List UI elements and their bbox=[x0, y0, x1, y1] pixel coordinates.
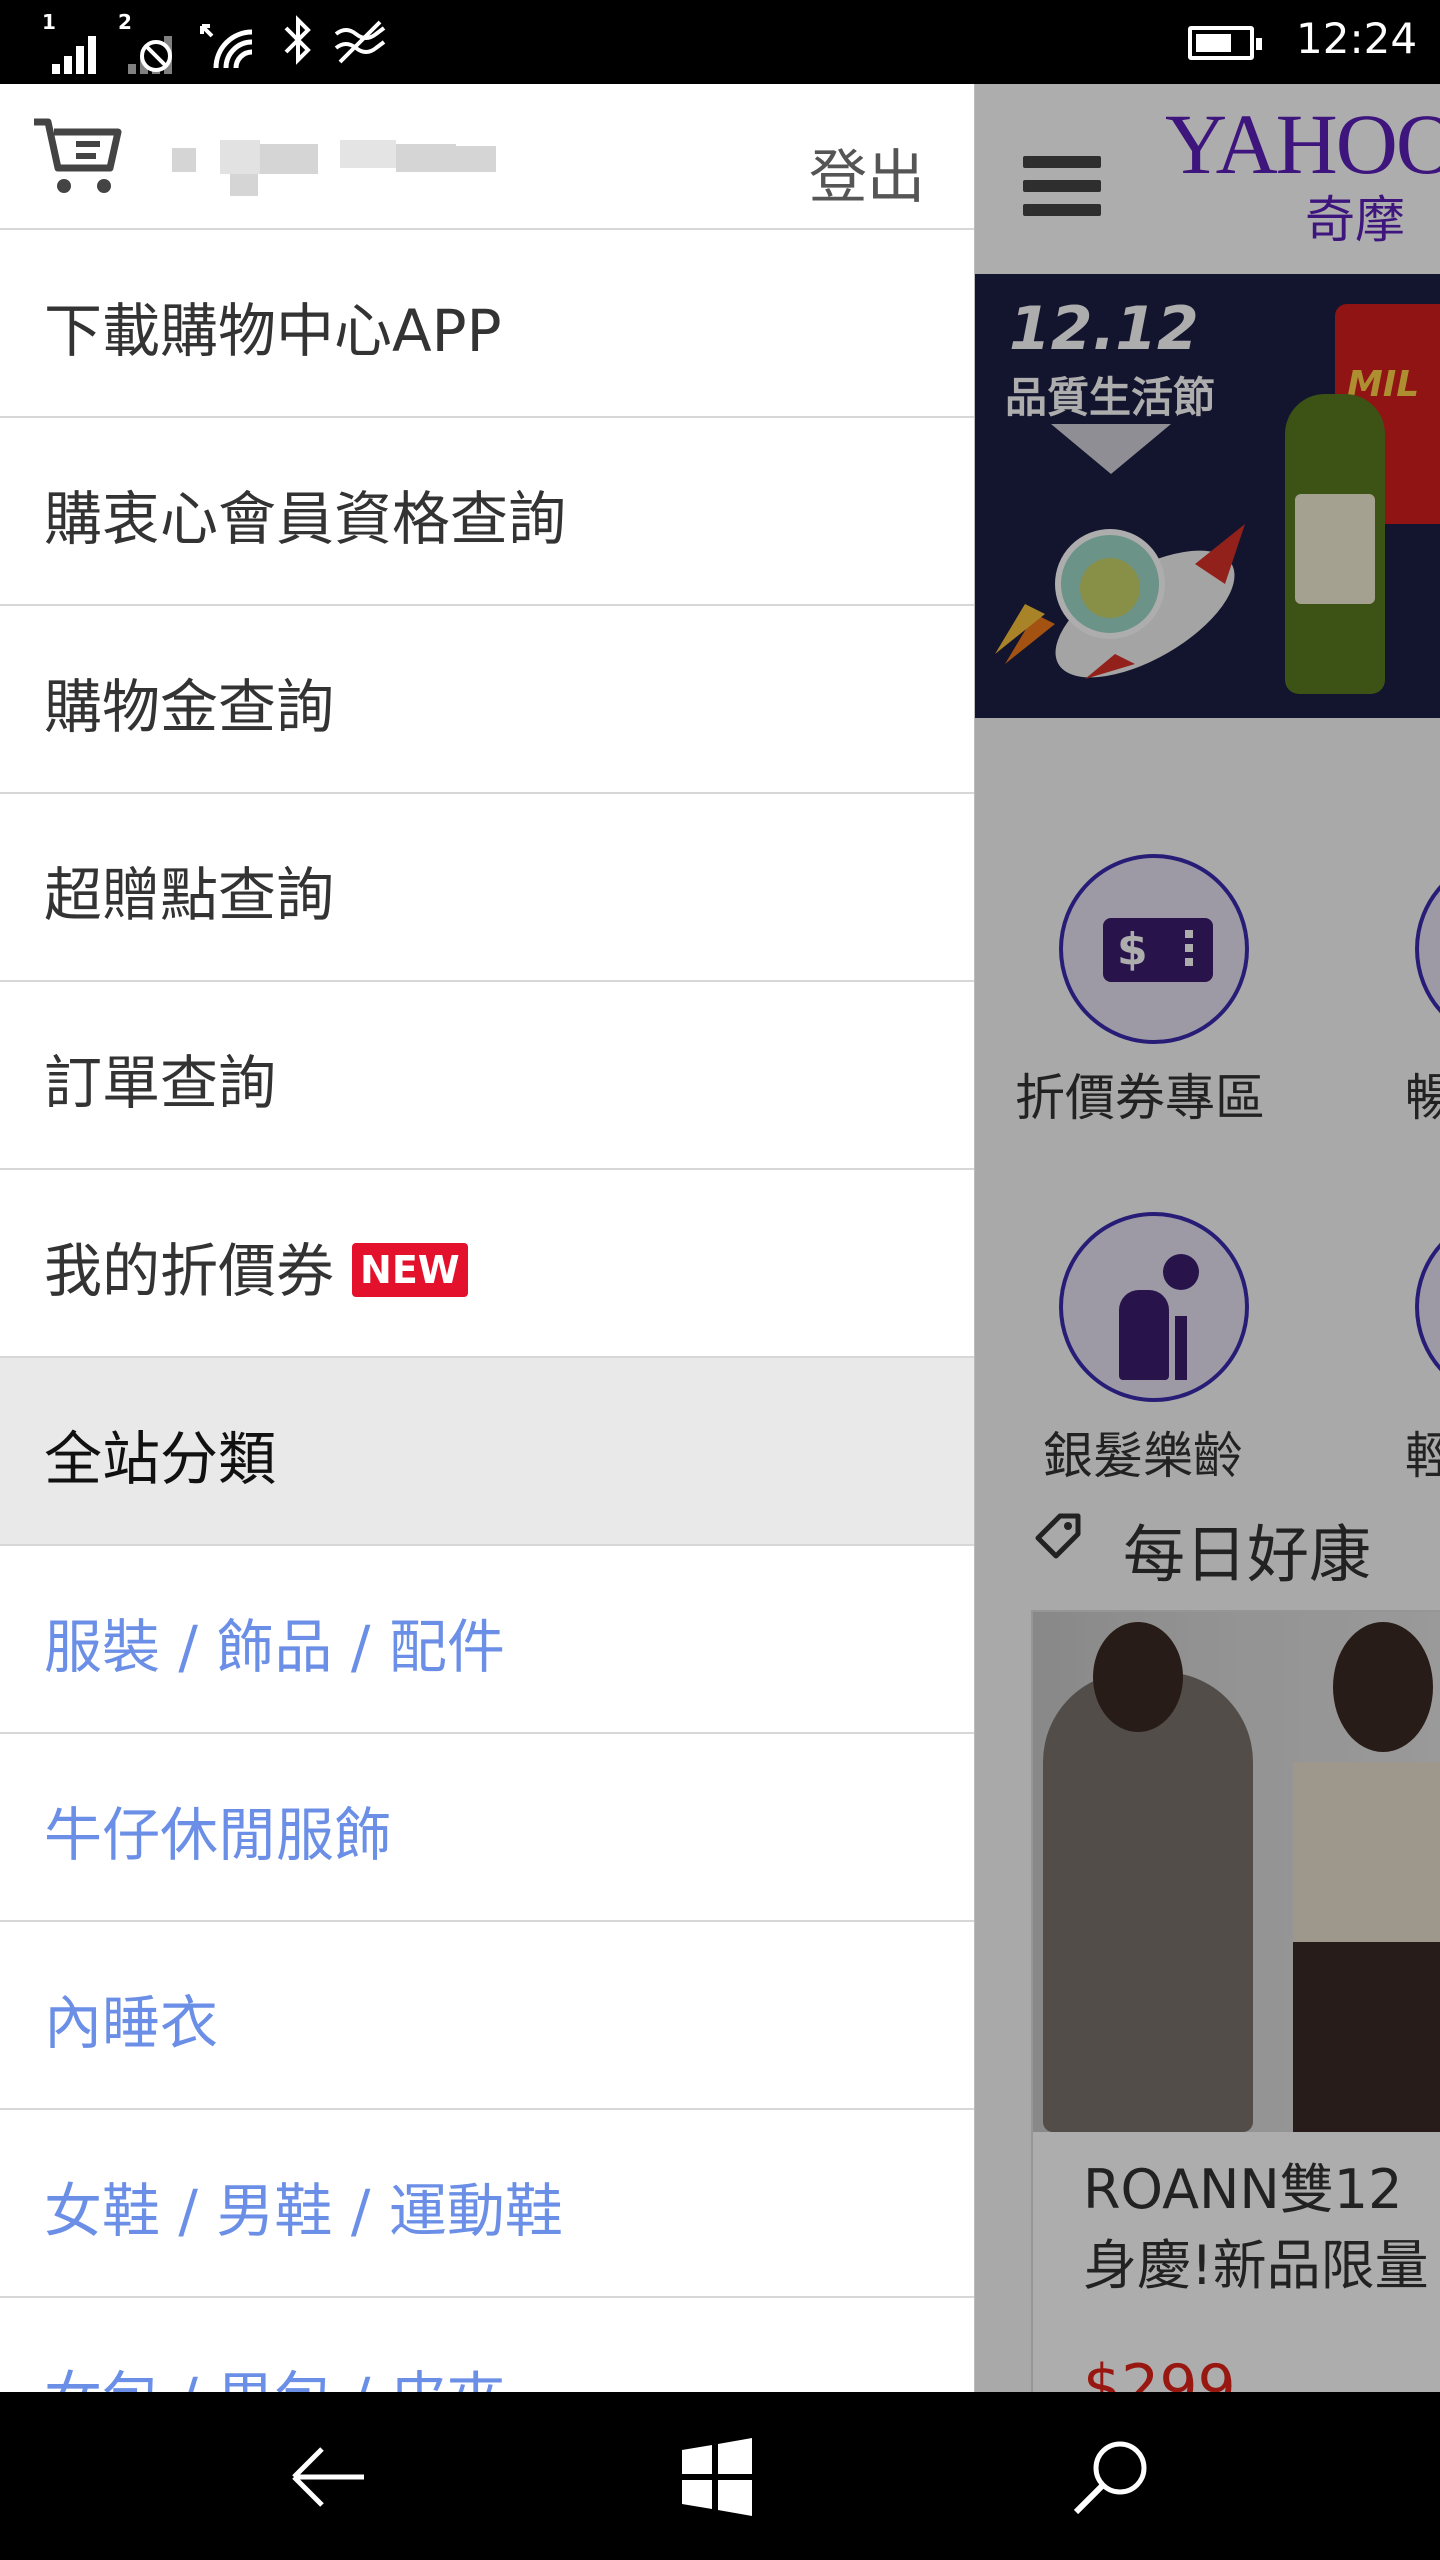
drawer-header: 登出 bbox=[0, 84, 974, 230]
menu-item-label: 我的折價券 NEW bbox=[44, 1224, 468, 1308]
status-bar: 1 2 12:24 bbox=[0, 0, 1440, 84]
bluetooth-icon bbox=[284, 15, 311, 65]
search-icon[interactable] bbox=[1066, 2432, 1156, 2522]
drawer-menu: 下載購物中心APP 購衷心會員資格查詢 購物金查詢 超贈點查詢 訂單查詢 我的折… bbox=[0, 230, 974, 2392]
category-apparel[interactable]: 服裝 / 飾品 / 配件 bbox=[0, 1546, 974, 1734]
my-coupons-text: 我的折價券 bbox=[44, 1237, 335, 1305]
username-blurred bbox=[172, 140, 508, 210]
wifi-icon bbox=[200, 24, 253, 69]
category-label: 內睡衣 bbox=[44, 1989, 219, 2057]
menu-item-label: 購衷心會員資格查詢 bbox=[44, 485, 567, 553]
menu-item-orders[interactable]: 訂單查詢 bbox=[0, 982, 974, 1170]
cart-icon[interactable] bbox=[30, 114, 124, 198]
battery-icon bbox=[1188, 26, 1262, 60]
menu-item-membership[interactable]: 購衷心會員資格查詢 bbox=[0, 418, 974, 606]
logout-button[interactable]: 登出 bbox=[809, 130, 925, 214]
data-sense-icon bbox=[334, 20, 386, 64]
back-arrow-icon[interactable] bbox=[284, 2432, 374, 2522]
menu-item-label: 超贈點查詢 bbox=[44, 861, 335, 929]
menu-item-label: 訂單查詢 bbox=[44, 1049, 277, 1117]
new-badge: NEW bbox=[352, 1243, 468, 1297]
menu-item-label: 下載購物中心APP bbox=[44, 297, 502, 365]
menu-item-download-app[interactable]: 下載購物中心APP bbox=[0, 230, 974, 418]
drawer-scrim[interactable] bbox=[975, 84, 1440, 2392]
menu-item-label: 購物金查詢 bbox=[44, 673, 335, 741]
menu-item-shopping-credit[interactable]: 購物金查詢 bbox=[0, 606, 974, 794]
category-label: 女鞋 / 男鞋 / 運動鞋 bbox=[44, 2177, 563, 2245]
section-header-all-categories: 全站分類 bbox=[0, 1358, 974, 1546]
app-area: YAHOO 奇摩 12.12 品質生活節 MIL $ 折價券專區 暢 銀髮樂齡 … bbox=[0, 84, 1440, 2392]
category-shoes[interactable]: 女鞋 / 男鞋 / 運動鞋 bbox=[0, 2110, 974, 2298]
category-denim[interactable]: 牛仔休閒服飾 bbox=[0, 1734, 974, 1922]
category-label: 服裝 / 飾品 / 配件 bbox=[44, 1613, 505, 1681]
category-underwear[interactable]: 內睡衣 bbox=[0, 1922, 974, 2110]
navigation-drawer: 登出 下載購物中心APP 購衷心會員資格查詢 購物金查詢 超贈點查詢 訂單查詢 … bbox=[0, 84, 975, 2392]
category-label: 牛仔休閒服飾 bbox=[44, 1801, 393, 1869]
category-label: 女包 / 男包 / 皮夾 bbox=[44, 2352, 505, 2392]
menu-item-bonus-points[interactable]: 超贈點查詢 bbox=[0, 794, 974, 982]
category-bags[interactable]: 女包 / 男包 / 皮夾 bbox=[0, 2298, 974, 2392]
windows-start-icon[interactable] bbox=[672, 2432, 762, 2522]
menu-item-my-coupons[interactable]: 我的折價券 NEW bbox=[0, 1170, 974, 1358]
system-nav-bar bbox=[0, 2392, 1440, 2560]
section-header-label: 全站分類 bbox=[44, 1425, 277, 1493]
clock: 12:24 bbox=[1296, 14, 1418, 63]
